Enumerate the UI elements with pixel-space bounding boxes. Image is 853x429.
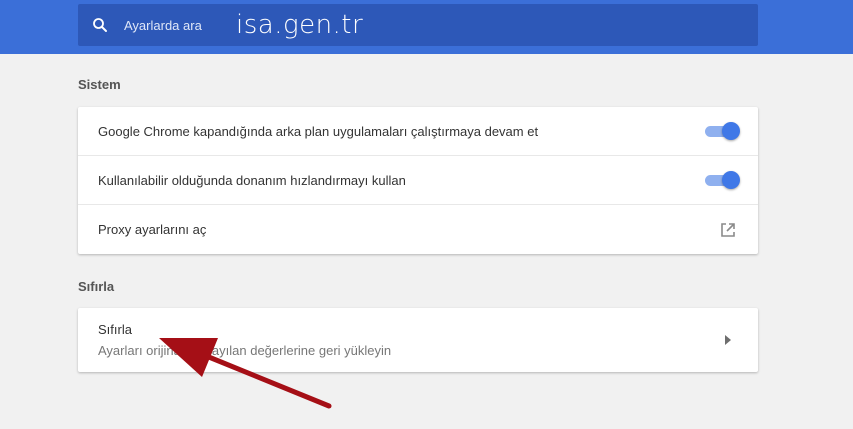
search-input[interactable]	[122, 16, 236, 34]
system-card: Google Chrome kapandığında arka plan uyg…	[78, 107, 758, 254]
section-title-reset: Sıfırla	[78, 279, 115, 294]
toggle-knob	[722, 171, 740, 189]
section-title-system: Sistem	[78, 77, 121, 92]
setting-row-proxy[interactable]: Proxy ayarlarını aç	[78, 205, 758, 254]
watermark-text: isa.gen.tr	[236, 10, 364, 40]
setting-label: Google Chrome kapandığında arka plan uyg…	[98, 123, 539, 139]
setting-row-background-apps[interactable]: Google Chrome kapandığında arka plan uyg…	[78, 107, 758, 156]
search-icon[interactable]	[90, 15, 110, 35]
setting-label: Kullanılabilir olduğunda donanım hızland…	[98, 172, 406, 188]
setting-row-hardware-acceleration[interactable]: Kullanılabilir olduğunda donanım hızland…	[78, 156, 758, 205]
top-bar: isa.gen.tr	[0, 0, 853, 54]
hardware-acceleration-toggle[interactable]	[705, 171, 740, 189]
reset-subtitle: Ayarları orijinal varsayılan değerlerine…	[98, 343, 392, 358]
search-box[interactable]: isa.gen.tr	[78, 4, 758, 46]
chevron-right-icon[interactable]	[722, 334, 734, 346]
reset-card: Sıfırla Ayarları orijinal varsayılan değ…	[78, 308, 758, 372]
open-in-new-icon[interactable]	[719, 221, 737, 239]
reset-title: Sıfırla	[98, 322, 132, 337]
reset-settings-row[interactable]: Sıfırla Ayarları orijinal varsayılan değ…	[78, 308, 758, 372]
reset-texts: Sıfırla Ayarları orijinal varsayılan değ…	[98, 322, 391, 358]
background-apps-toggle[interactable]	[705, 122, 740, 140]
toggle-knob	[722, 122, 740, 140]
setting-label: Proxy ayarlarını aç	[98, 222, 207, 237]
